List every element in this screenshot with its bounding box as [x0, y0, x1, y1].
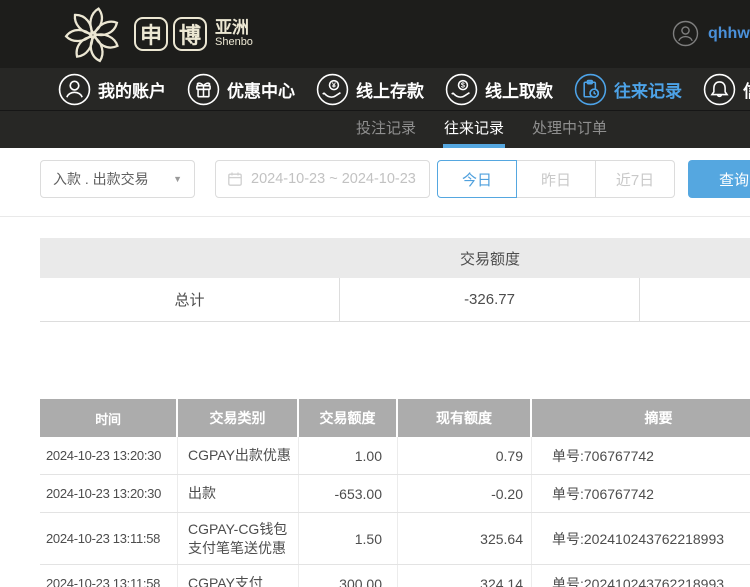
cell-amount: -653.00 [299, 475, 398, 512]
cell-amount: 300.00 [299, 565, 398, 587]
logo-region: 亚洲 Shenbo [215, 19, 253, 48]
table-row: 2024-10-23 13:11:58 CGPAY-CG钱包支付笔笔送优惠 1.… [40, 513, 750, 565]
nav-online-withdraw[interactable]: $ 线上取款 [445, 73, 553, 106]
records-icon [574, 73, 607, 105]
summary-total-row: 总计 -326.77 [40, 278, 750, 322]
flower-logo-icon [64, 7, 119, 63]
cell-balance: 0.79 [398, 437, 532, 474]
nav-label: 信息 [743, 77, 750, 102]
last7days-button[interactable]: 近7日 [595, 160, 675, 198]
cell-summary: 单号:202410243762218993 [552, 575, 725, 587]
chevron-down-icon: ▼ [173, 174, 182, 184]
date-range-value: 2024-10-23 ~ 2024-10-23 [251, 171, 416, 187]
gift-icon [187, 73, 220, 105]
user-icon [58, 73, 91, 105]
transaction-type-value: 入款 . 出款交易 [53, 171, 149, 187]
transaction-type-select[interactable]: 入款 . 出款交易 ▼ [40, 160, 195, 198]
cell-summary: 单号:706767742 [552, 447, 654, 464]
deposit-icon: ¥ [316, 73, 349, 105]
cell-type: CGPAY-CG钱包支付笔笔送优惠 [178, 513, 299, 564]
nav-label: 线上取款 [485, 81, 553, 101]
logo-char-bo: 博 [173, 17, 207, 51]
logo-char-shen: 申 [134, 17, 168, 51]
nav-label: 优惠中心 [227, 81, 295, 101]
cell-amount: 1.00 [299, 437, 398, 474]
col-header-time: 时间 [40, 399, 178, 437]
main-navigation: 我的账户 优惠中心 ¥ 线上存款 $ 线上取款 往来记录 [0, 68, 750, 110]
top-header-bar: 申 博 亚洲 Shenbo qhhw2 [0, 0, 750, 68]
logo-brand-en: Shenbo [215, 36, 253, 49]
table-row: 2024-10-23 13:20:30 出款 -653.00 -0.20 单号:… [40, 475, 750, 513]
logo-region-cn: 亚洲 [215, 18, 249, 38]
table-row: 2024-10-23 13:11:58 CGPAY支付 300.00 324.1… [40, 565, 750, 587]
date-range-input[interactable]: 2024-10-23 ~ 2024-10-23 [215, 160, 430, 198]
nav-label: 线上存款 [356, 81, 424, 101]
table-header-row: 时间 交易类别 交易额度 现有额度 摘要 [40, 399, 750, 437]
bell-icon [703, 73, 736, 105]
site-logo[interactable]: 申 博 亚洲 Shenbo [56, 3, 253, 65]
search-button[interactable]: 查询 [688, 160, 750, 198]
cell-type: CGPAY出款优惠 [178, 437, 299, 474]
cell-time: 2024-10-23 13:20:30 [40, 475, 178, 512]
col-header-summary: 摘要 [644, 410, 673, 426]
col-header-balance: 现有额度 [398, 399, 532, 437]
withdraw-icon: $ [445, 73, 478, 105]
today-button[interactable]: 今日 [437, 160, 517, 198]
nav-messages[interactable]: 信息 [703, 73, 750, 106]
user-account-area[interactable]: qhhw2 [672, 20, 750, 47]
tab-transaction-records[interactable]: 往来记录 [443, 111, 506, 148]
tab-betting-records[interactable]: 投注记录 [355, 111, 417, 148]
cell-time: 2024-10-23 13:20:30 [40, 437, 178, 474]
cell-amount: 1.50 [299, 513, 398, 564]
username-text[interactable]: qhhw2 [708, 25, 750, 43]
summary-table: 交易额度 总计 -326.77 [40, 238, 750, 322]
calendar-icon [228, 172, 242, 186]
avatar-icon [672, 20, 699, 47]
quick-date-buttons: 今日 昨日 近7日 [437, 160, 675, 198]
summary-total-label: 总计 [40, 278, 340, 321]
table-row: 2024-10-23 13:20:30 CGPAY出款优惠 1.00 0.79 … [40, 437, 750, 475]
nav-online-deposit[interactable]: ¥ 线上存款 [316, 73, 424, 106]
summary-header-amount: 交易额度 [459, 250, 520, 268]
nav-transaction-records[interactable]: 往来记录 [574, 73, 682, 106]
cell-time: 2024-10-23 13:11:58 [40, 513, 178, 564]
logo-characters: 申 博 [134, 17, 207, 51]
cell-balance: 324.14 [398, 565, 532, 587]
nav-my-account[interactable]: 我的账户 [58, 73, 166, 106]
section-divider [0, 216, 750, 217]
filter-toolbar: 入款 . 出款交易 ▼ 2024-10-23 ~ 2024-10-23 今日 昨… [0, 148, 750, 216]
cell-time: 2024-10-23 13:11:58 [40, 565, 178, 587]
cell-type: 出款 [178, 475, 299, 512]
transaction-records-page: 申 博 亚洲 Shenbo qhhw2 我的账户 [0, 0, 750, 587]
tab-pending-orders[interactable]: 处理中订单 [531, 111, 608, 148]
svg-text:$: $ [461, 80, 465, 89]
col-header-type: 交易类别 [178, 399, 299, 437]
cell-balance: 325.64 [398, 513, 532, 564]
col-header-amount: 交易额度 [299, 399, 398, 437]
nav-promotions[interactable]: 优惠中心 [187, 73, 295, 106]
sub-navigation: 投注记录 往来记录 处理中订单 [0, 110, 750, 148]
summary-header-row: 交易额度 [40, 238, 750, 278]
cell-type: CGPAY支付 [178, 565, 299, 587]
cell-balance: -0.20 [398, 475, 532, 512]
cell-summary: 单号:202410243762218993 [552, 530, 725, 547]
nav-label: 往来记录 [614, 81, 682, 101]
cell-summary: 单号:706767742 [552, 485, 654, 502]
summary-total-value: -326.77 [340, 278, 640, 321]
yesterday-button[interactable]: 昨日 [516, 160, 596, 198]
transactions-table: 时间 交易类别 交易额度 现有额度 摘要 2024-10-23 13:20:30… [40, 399, 750, 587]
nav-label: 我的账户 [98, 81, 166, 101]
